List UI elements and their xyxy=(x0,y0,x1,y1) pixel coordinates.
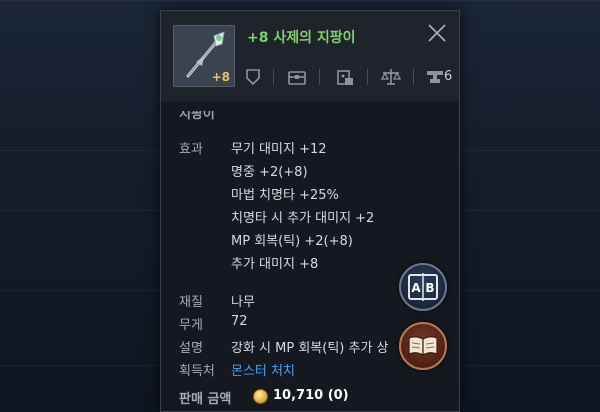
description-value: 강화 시 MP 회복(틱) 추가 상 xyxy=(231,341,389,356)
material-value: 나무 xyxy=(231,295,255,310)
item-name: +8 사제의 지팡이 xyxy=(247,30,356,46)
svg-text:A: A xyxy=(411,281,421,295)
effect-line: 무기 대미지 +12 xyxy=(231,142,327,157)
effect-line: 명중 +2(+8) xyxy=(231,165,308,180)
svg-text:B: B xyxy=(425,281,434,295)
book-icon xyxy=(408,336,438,357)
storage-icon[interactable] xyxy=(333,65,357,89)
chest-icon[interactable] xyxy=(285,65,309,89)
compare-button[interactable]: A B xyxy=(399,263,447,311)
close-button[interactable] xyxy=(425,21,449,45)
sell-price-value: 10,710 (0) xyxy=(273,388,349,403)
sell-price-label: 판매 금액 xyxy=(179,392,232,407)
scale-icon[interactable] xyxy=(379,65,403,89)
item-attribute-icons: 6 xyxy=(241,65,457,91)
effect-line: 마법 치명타 +25% xyxy=(231,188,339,203)
close-icon xyxy=(428,24,446,42)
divider xyxy=(319,69,320,85)
enhance-level: +8 xyxy=(211,70,230,84)
description-label: 설명 xyxy=(179,341,203,356)
anvil-count: 6 xyxy=(444,69,453,84)
encyclopedia-button[interactable] xyxy=(399,322,447,370)
material-label: 재질 xyxy=(179,295,203,310)
effect-line: 치명타 시 추가 대미지 +2 xyxy=(231,211,375,226)
weight-label: 무게 xyxy=(179,318,203,333)
divider xyxy=(413,69,414,85)
source-link[interactable]: 몬스터 처치 xyxy=(231,360,295,379)
divider xyxy=(273,69,274,85)
source-label: 획득처 xyxy=(179,364,215,379)
effect-line: MP 회복(틱) +2(+8) xyxy=(231,234,353,249)
section-title: 지팡이 xyxy=(179,107,215,122)
compare-icon: A B xyxy=(408,273,438,301)
shield-icon[interactable] xyxy=(241,65,265,89)
gold-coin-icon xyxy=(253,389,268,404)
effect-line: 추가 대미지 +8 xyxy=(231,257,319,272)
weight-value: 72 xyxy=(231,314,248,329)
effects-label: 효과 xyxy=(179,142,203,157)
item-thumbnail: +8 xyxy=(173,25,235,87)
divider xyxy=(367,69,368,85)
tooltip-header: +8 +8 사제의 지팡이 6 xyxy=(161,11,459,101)
